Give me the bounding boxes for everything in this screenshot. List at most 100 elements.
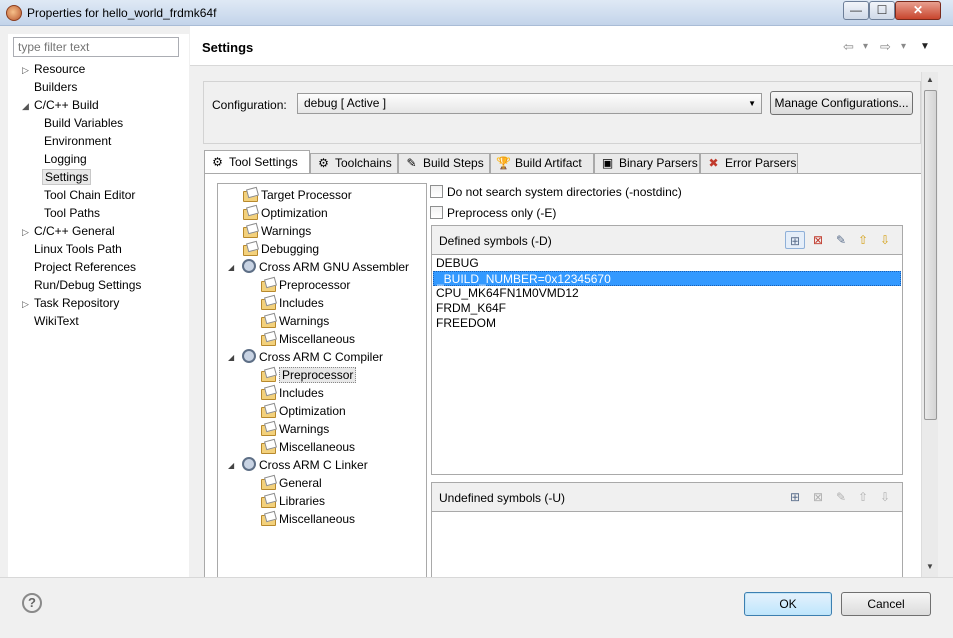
- edit-icon: ✎: [835, 490, 847, 504]
- help-icon[interactable]: ?: [22, 593, 42, 613]
- delete-icon[interactable]: ⊠: [808, 231, 828, 249]
- nav-item-tool-paths[interactable]: Tool Paths: [44, 205, 100, 222]
- nav-item-cpp-general[interactable]: ▷ C/C++ General: [22, 223, 115, 240]
- nostdinc-checkbox[interactable]: [430, 185, 443, 198]
- scroll-down-icon[interactable]: ▼: [926, 562, 934, 571]
- nav-item-settings[interactable]: Settings: [42, 169, 92, 186]
- nav-item-tool-chain-editor[interactable]: Tool Chain Editor: [44, 187, 135, 204]
- nostdinc-option[interactable]: Do not search system directories (-nostd…: [430, 184, 682, 200]
- vertical-scrollbar[interactable]: ▲ ▼: [921, 72, 938, 577]
- tree-item-asm-includes[interactable]: Includes: [260, 295, 324, 312]
- folder-icon: [260, 421, 276, 436]
- tree-item-target-processor[interactable]: Target Processor: [242, 187, 352, 204]
- nav-item-build-variables[interactable]: Build Variables: [44, 115, 123, 132]
- folder-icon: [260, 367, 276, 382]
- nav-item-wikitext[interactable]: WikiText: [22, 313, 79, 330]
- tree-item-cc-warnings[interactable]: Warnings: [260, 421, 329, 438]
- list-item[interactable]: FRDM_K64F: [433, 301, 901, 316]
- expand-icon[interactable]: ▷: [22, 62, 34, 79]
- tree-item-c-compiler[interactable]: ◢ Cross ARM C Compiler: [228, 349, 383, 366]
- nav-item-run-debug-settings[interactable]: Run/Debug Settings: [22, 277, 141, 294]
- list-item-selected[interactable]: _BUILD_NUMBER=0x12345670: [433, 271, 901, 286]
- nav-item-cpp-build[interactable]: ◢ C/C++ Build: [22, 97, 99, 114]
- folder-icon: [260, 385, 276, 400]
- tab-toolchains[interactable]: ⚙ Toolchains: [310, 153, 398, 173]
- close-button[interactable]: ✕: [895, 1, 941, 20]
- tab-build-steps[interactable]: ✎ Build Steps: [398, 153, 490, 173]
- add-icon[interactable]: ⊞: [785, 488, 805, 506]
- tree-item-c-linker[interactable]: ◢ Cross ARM C Linker: [228, 457, 368, 474]
- filter-input[interactable]: [13, 37, 179, 57]
- tree-item-asm-preprocessor[interactable]: Preprocessor: [260, 277, 350, 294]
- tree-item-ld-miscellaneous[interactable]: Miscellaneous: [260, 511, 355, 528]
- folder-icon: [260, 493, 276, 508]
- tree-item-debugging[interactable]: Debugging: [242, 241, 319, 258]
- folder-icon: [260, 313, 276, 328]
- tree-item-cc-optimization[interactable]: Optimization: [260, 403, 346, 420]
- page-header: Settings ⇦ ▾ ⇨ ▾ ▼: [190, 26, 953, 66]
- defined-symbols-title: Defined symbols (-D): [439, 234, 552, 248]
- preprocess-only-option[interactable]: Preprocess only (-E): [430, 205, 556, 221]
- nav-item-environment[interactable]: Environment: [44, 133, 111, 150]
- tree-item-warnings[interactable]: Warnings: [242, 223, 311, 240]
- expand-icon[interactable]: ▷: [22, 296, 34, 313]
- view-menu-icon[interactable]: ▼: [920, 41, 930, 52]
- tree-item-cc-includes[interactable]: Includes: [260, 385, 324, 402]
- expand-icon[interactable]: ▷: [22, 224, 34, 241]
- nav-item-resource[interactable]: ▷ Resource: [22, 61, 85, 78]
- tree-item-optimization[interactable]: Optimization: [242, 205, 328, 222]
- nav-item-project-references[interactable]: Project References: [22, 259, 136, 276]
- tree-item-cc-miscellaneous[interactable]: Miscellaneous: [260, 439, 355, 456]
- error-icon: ✖: [708, 156, 719, 170]
- minimize-button[interactable]: —: [843, 1, 869, 20]
- tab-error-parsers[interactable]: ✖ Error Parsers: [700, 153, 798, 173]
- properties-dialog: ▷Resource Builders ◢C/C++ Build Build Va…: [0, 26, 953, 638]
- tree-item-asm-miscellaneous[interactable]: Miscellaneous: [260, 331, 355, 348]
- scrollbar-thumb[interactable]: [924, 90, 937, 420]
- nav-item-task-repository[interactable]: ▷ Task Repository: [22, 295, 119, 312]
- manage-configurations-button[interactable]: Manage Configurations...: [770, 91, 913, 115]
- list-item[interactable]: DEBUG: [433, 256, 901, 271]
- nav-item-logging[interactable]: Logging: [44, 151, 87, 168]
- tree-item-asm-warnings[interactable]: Warnings: [260, 313, 329, 330]
- tree-item-assembler[interactable]: ◢ Cross ARM GNU Assembler: [228, 259, 409, 276]
- preprocess-only-checkbox[interactable]: [430, 206, 443, 219]
- nav-item-builders[interactable]: Builders: [22, 79, 77, 96]
- collapse-icon[interactable]: ◢: [228, 259, 234, 276]
- back-icon[interactable]: ⇦: [843, 39, 854, 55]
- maximize-button[interactable]: ☐: [869, 1, 895, 20]
- scroll-up-icon[interactable]: ▲: [926, 75, 934, 84]
- delete-icon: ⊠: [812, 490, 824, 504]
- back-dropdown-icon[interactable]: ▾: [863, 41, 868, 52]
- tool-tree: Target Processor Optimization Warnings D…: [217, 183, 427, 580]
- nav-item-linux-tools-path[interactable]: Linux Tools Path: [22, 241, 122, 258]
- collapse-icon[interactable]: ◢: [228, 457, 234, 474]
- folder-icon: [260, 331, 276, 346]
- list-item[interactable]: CPU_MK64FN1M0VMD12: [433, 286, 901, 301]
- add-icon[interactable]: ⊞: [785, 231, 805, 249]
- undefined-symbols-header: Undefined symbols (-U) ⊞ ⊠ ✎ ⇧ ⇩: [432, 483, 902, 512]
- tree-item-ld-general[interactable]: General: [260, 475, 322, 492]
- tree-item-ld-libraries[interactable]: Libraries: [260, 493, 325, 510]
- move-up-icon: ⇧: [857, 490, 869, 504]
- ok-button[interactable]: OK: [744, 592, 832, 616]
- edit-icon[interactable]: ✎: [831, 231, 851, 249]
- list-item[interactable]: FREEDOM: [433, 316, 901, 331]
- tab-tool-settings[interactable]: ⚙ Tool Settings: [204, 150, 310, 174]
- forward-icon[interactable]: ⇨: [880, 39, 891, 55]
- move-down-icon: ⇩: [879, 490, 891, 504]
- tab-binary-parsers[interactable]: ▣ Binary Parsers: [594, 153, 700, 173]
- move-down-icon[interactable]: ⇩: [875, 231, 895, 249]
- folder-icon: [260, 277, 276, 292]
- collapse-icon[interactable]: ◢: [228, 349, 234, 366]
- folder-icon: [242, 241, 258, 256]
- tab-build-artifact[interactable]: 🏆 Build Artifact: [490, 153, 594, 173]
- folder-icon: [260, 439, 276, 454]
- configuration-label: Configuration:: [212, 98, 287, 112]
- move-up-icon[interactable]: ⇧: [853, 231, 873, 249]
- configuration-select[interactable]: debug [ Active ] ▼: [297, 93, 762, 114]
- forward-dropdown-icon[interactable]: ▾: [901, 41, 906, 52]
- collapse-icon[interactable]: ◢: [22, 98, 34, 115]
- tree-item-cc-preprocessor[interactable]: Preprocessor: [260, 367, 357, 384]
- cancel-button[interactable]: Cancel: [841, 592, 931, 616]
